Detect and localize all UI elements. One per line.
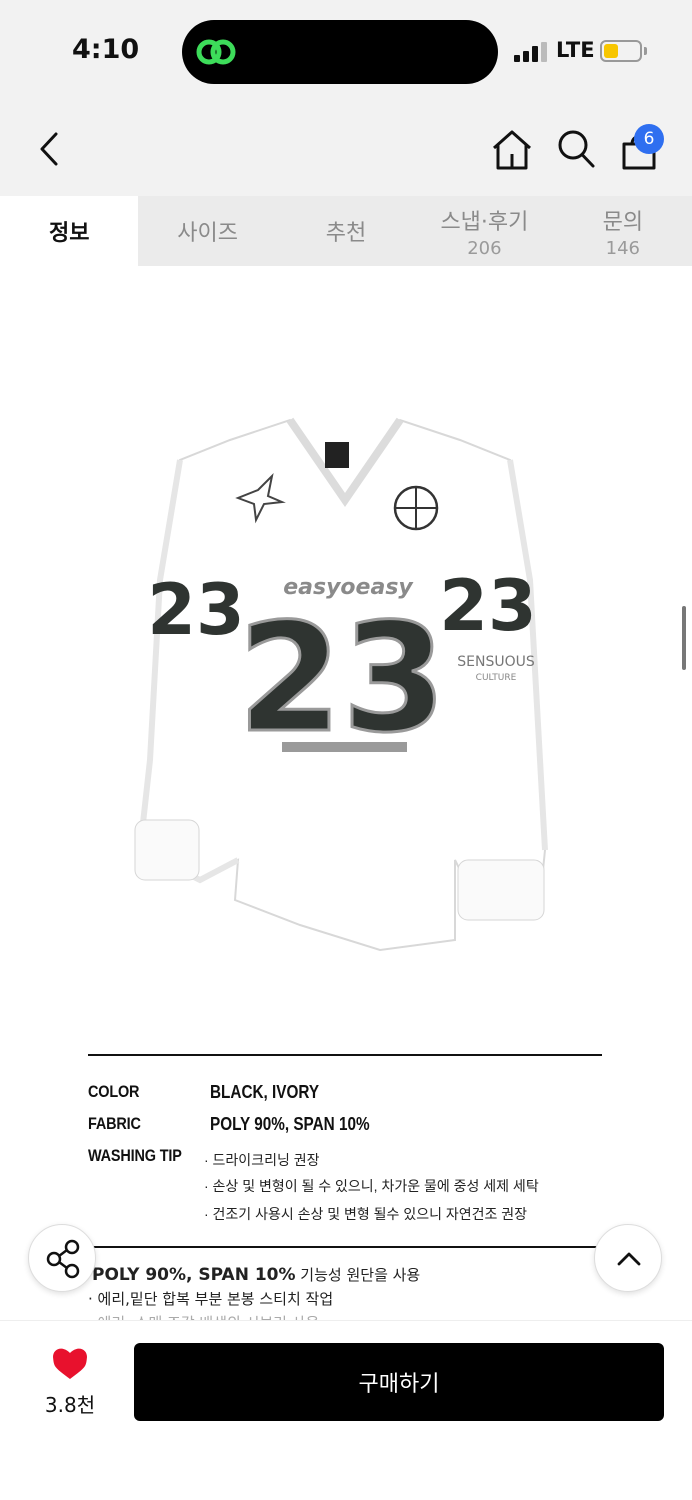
scrollbar[interactable] xyxy=(682,606,686,670)
spec-label: WASHING TIP xyxy=(88,1146,182,1165)
jersey-number: 23 xyxy=(238,592,447,766)
heart-icon xyxy=(53,1348,87,1379)
like-button[interactable]: 3.8천 xyxy=(34,1343,106,1423)
fabric-note: POLY 90%, SPAN 10% 기능성 원단을 사용 xyxy=(92,1264,420,1285)
washing-tip: · 건조기 사용시 손상 및 변형 될수 있으니 자연건조 권장 xyxy=(204,1206,528,1222)
signal-icon xyxy=(514,40,548,62)
stitch-note: · 에리,밑단 합복 부분 본봉 스티치 작업 xyxy=(88,1290,334,1308)
tab-count: 146 xyxy=(605,237,640,259)
tab-recommend[interactable]: 추천 xyxy=(277,196,415,266)
tab-label: 사이즈 xyxy=(177,221,238,246)
network-type: LTE xyxy=(556,38,595,62)
washing-tip: · 드라이크리닝 권장 xyxy=(204,1152,320,1168)
spec-label: FABRIC xyxy=(88,1114,141,1133)
sleeve-number-right: 23 xyxy=(439,565,536,647)
washing-tip: · 손상 및 변형이 될 수 있으니, 차가운 물에 중성 세제 세탁 xyxy=(204,1178,539,1194)
share-icon xyxy=(46,1239,80,1279)
dynamic-island xyxy=(182,20,498,84)
tab-label: 정보 xyxy=(48,221,90,246)
product-tabs: 정보 사이즈 추천 스냅·후기 206 문의 146 xyxy=(0,196,692,266)
spec-value: BLACK, IVORY xyxy=(210,1082,320,1102)
chevron-left-icon[interactable] xyxy=(30,126,70,172)
status-bar: 4:10 LTE xyxy=(0,0,692,100)
product-image: easyoeasy 23 23 23 SENSUOUS CULTURE xyxy=(134,417,548,952)
home-icon[interactable] xyxy=(490,128,534,172)
bottom-action-bar: 3.8천 구매하기 xyxy=(0,1320,692,1500)
share-button[interactable] xyxy=(28,1224,96,1292)
tab-size[interactable]: 사이즈 xyxy=(138,196,276,266)
cart-count-badge: 6 xyxy=(634,124,664,154)
chevron-up-icon xyxy=(617,1252,641,1266)
note-bold: POLY 90%, SPAN 10% xyxy=(92,1265,296,1285)
status-time: 4:10 xyxy=(72,34,140,65)
tab-inquiry[interactable]: 문의 146 xyxy=(554,196,692,266)
divider xyxy=(88,1054,602,1056)
tab-info[interactable]: 정보 xyxy=(0,196,139,266)
like-count: 3.8천 xyxy=(44,1393,96,1417)
tab-label: 추천 xyxy=(325,221,367,246)
search-icon[interactable] xyxy=(556,128,596,170)
note-text: 기능성 원단을 사용 xyxy=(295,1266,421,1284)
link-icon xyxy=(196,39,236,65)
tab-count: 206 xyxy=(467,237,502,259)
battery-icon xyxy=(600,40,642,62)
sleeve-subtext: CULTURE xyxy=(476,673,517,683)
buy-button[interactable]: 구매하기 xyxy=(134,1343,664,1421)
spec-value: POLY 90%, SPAN 10% xyxy=(210,1114,370,1134)
tab-label: 스냅·후기 xyxy=(440,209,529,235)
tab-label: 문의 xyxy=(602,209,644,235)
spec-label: COLOR xyxy=(88,1082,140,1101)
sleeve-number-left: 23 xyxy=(147,569,244,651)
divider xyxy=(88,1246,602,1248)
top-navigation xyxy=(0,100,692,196)
scroll-to-top-button[interactable] xyxy=(594,1224,662,1292)
sleeve-text: SENSUOUS xyxy=(457,654,535,670)
tab-snap-reviews[interactable]: 스냅·후기 206 xyxy=(415,196,553,266)
